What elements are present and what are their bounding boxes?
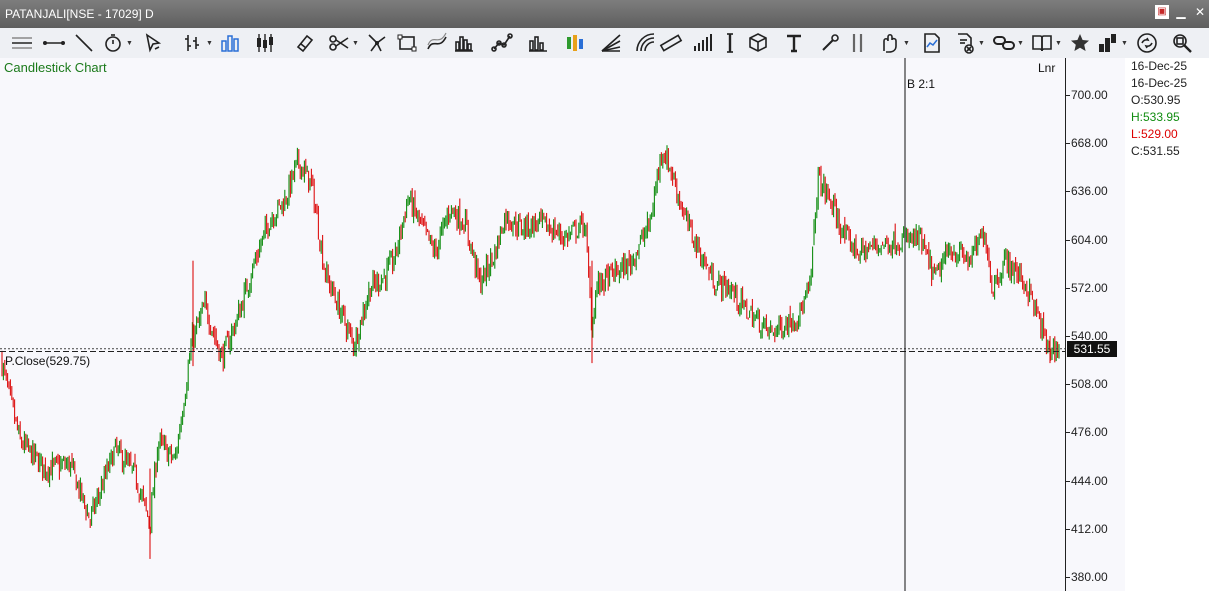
- bar-style-icon[interactable]: [181, 31, 205, 55]
- window-title: PATANJALI[NSE - 17029] D: [5, 7, 154, 21]
- signal-bars-icon[interactable]: [690, 31, 714, 55]
- price-tick-mark: [1066, 577, 1070, 578]
- price-tick-mark: [1066, 239, 1070, 241]
- double-line-icon[interactable]: [846, 31, 870, 55]
- book-icon[interactable]: [1030, 31, 1054, 55]
- colored-bars-icon[interactable]: [563, 31, 587, 55]
- column-chart-icon[interactable]: [526, 31, 550, 55]
- price-tick-label: 476.00: [1071, 425, 1108, 440]
- price-tick-mark: [1066, 95, 1070, 96]
- dropdown-caret-icon[interactable]: ▼: [1017, 40, 1025, 48]
- dropdown-caret-icon[interactable]: ▼: [206, 40, 214, 48]
- dropdown-caret-icon[interactable]: ▼: [352, 40, 360, 48]
- price-tick-label: 636.00: [1071, 184, 1108, 199]
- link-icon[interactable]: [992, 31, 1016, 55]
- text-tool-icon[interactable]: [782, 31, 806, 55]
- info-open: O:530.95: [1131, 93, 1181, 107]
- info-date-2: 16-Dec-25: [1131, 76, 1188, 90]
- candles: [1, 145, 1060, 559]
- ruler-icon[interactable]: [659, 31, 683, 55]
- price-tick-label: 380.00: [1071, 570, 1108, 584]
- price-tick-mark: [1066, 191, 1070, 193]
- price-tick-label: 412.00: [1071, 521, 1108, 536]
- price-tick-mark: [1066, 287, 1070, 289]
- arc-icon[interactable]: [634, 31, 658, 55]
- ohlc-info-panel: 16-Dec-25 16-Dec-25 O:530.95 H:533.95 L:…: [1125, 58, 1209, 591]
- price-tick-mark: [1066, 528, 1070, 530]
- info-date-1: 16-Dec-25: [1131, 59, 1188, 73]
- minimize-icon[interactable]: ▁: [1174, 5, 1188, 19]
- chart-doc-icon[interactable]: [920, 31, 944, 55]
- dropdown-caret-icon[interactable]: ▼: [978, 40, 986, 48]
- curve-icon[interactable]: [425, 31, 449, 55]
- horizontal-line-icon[interactable]: [10, 31, 34, 55]
- horizontal-segment-icon[interactable]: [42, 31, 66, 55]
- title-bar: PATANJALI[NSE - 17029] D ▣ ▁ ✕: [0, 0, 1209, 28]
- stopwatch-icon[interactable]: [101, 31, 125, 55]
- info-close: C:531.55: [1131, 144, 1180, 158]
- scale-mode-label[interactable]: Lnr: [1038, 61, 1055, 75]
- trend-line-icon[interactable]: [72, 31, 96, 55]
- candlestick-icon[interactable]: [253, 31, 277, 55]
- price-tick-mark: [1066, 336, 1070, 337]
- price-tick-mark: [1066, 432, 1070, 434]
- bar-layout-icon[interactable]: [1096, 31, 1120, 55]
- chart-area[interactable]: Candlestick Chart Lnr B 2:1 P.Close(529.…: [0, 58, 1065, 591]
- star-icon[interactable]: [1068, 31, 1092, 55]
- tools-icon[interactable]: [818, 31, 842, 55]
- rectangle-icon[interactable]: [395, 31, 419, 55]
- scissors-icon[interactable]: [327, 31, 351, 55]
- price-tick-label: 604.00: [1071, 232, 1108, 247]
- dropdown-caret-icon[interactable]: ▼: [1055, 40, 1063, 48]
- info-high: H:533.95: [1131, 110, 1180, 124]
- chart-title: Candlestick Chart: [4, 60, 107, 75]
- fan-lines-icon[interactable]: [599, 31, 623, 55]
- price-tick-label: 700.00: [1071, 88, 1108, 102]
- close-icon[interactable]: ✕: [1193, 5, 1207, 19]
- drawing-toolbar: ▼ ▼ ▼ ▼ ▼ ▼ ▼ ▼: [0, 28, 1209, 59]
- volume-bars-icon[interactable]: [218, 31, 242, 55]
- price-tick-label: 572.00: [1071, 280, 1108, 295]
- price-tick-mark: [1066, 384, 1070, 386]
- price-tick-label: 668.00: [1071, 136, 1108, 151]
- restore-icon[interactable]: ▣: [1155, 5, 1169, 19]
- histogram-icon[interactable]: [452, 31, 476, 55]
- last-price-tag: 531.55: [1067, 340, 1117, 357]
- price-chart[interactable]: [0, 58, 1065, 591]
- cursor-icon[interactable]: [141, 31, 165, 55]
- zoom-fit-icon[interactable]: [1170, 31, 1194, 55]
- prev-close-label: P.Close(529.75): [5, 354, 91, 368]
- hand-icon[interactable]: [878, 31, 902, 55]
- cube-icon[interactable]: [746, 31, 770, 55]
- scatter-icon[interactable]: [490, 31, 514, 55]
- dropdown-caret-icon[interactable]: ▼: [126, 40, 134, 48]
- vertical-line-icon[interactable]: [718, 31, 742, 55]
- dropdown-caret-icon[interactable]: ▼: [903, 40, 911, 48]
- info-low: L:529.00: [1131, 127, 1178, 141]
- page-close-icon[interactable]: [953, 31, 977, 55]
- price-axis[interactable]: 380.00 412.00 444.00 476.00 508.00 540.00 572.…: [1065, 58, 1126, 591]
- dropdown-caret-icon[interactable]: ▼: [1121, 40, 1129, 48]
- fork-icon[interactable]: [365, 31, 389, 55]
- price-tick-label: 508.00: [1071, 377, 1108, 392]
- eraser-icon[interactable]: [293, 31, 317, 55]
- refresh-arrows-icon[interactable]: [1135, 31, 1159, 55]
- price-tick-label: 444.00: [1071, 473, 1108, 488]
- price-tick-mark: [1066, 480, 1070, 482]
- split-event-label: B 2:1: [907, 77, 936, 91]
- price-tick-mark: [1066, 143, 1070, 145]
